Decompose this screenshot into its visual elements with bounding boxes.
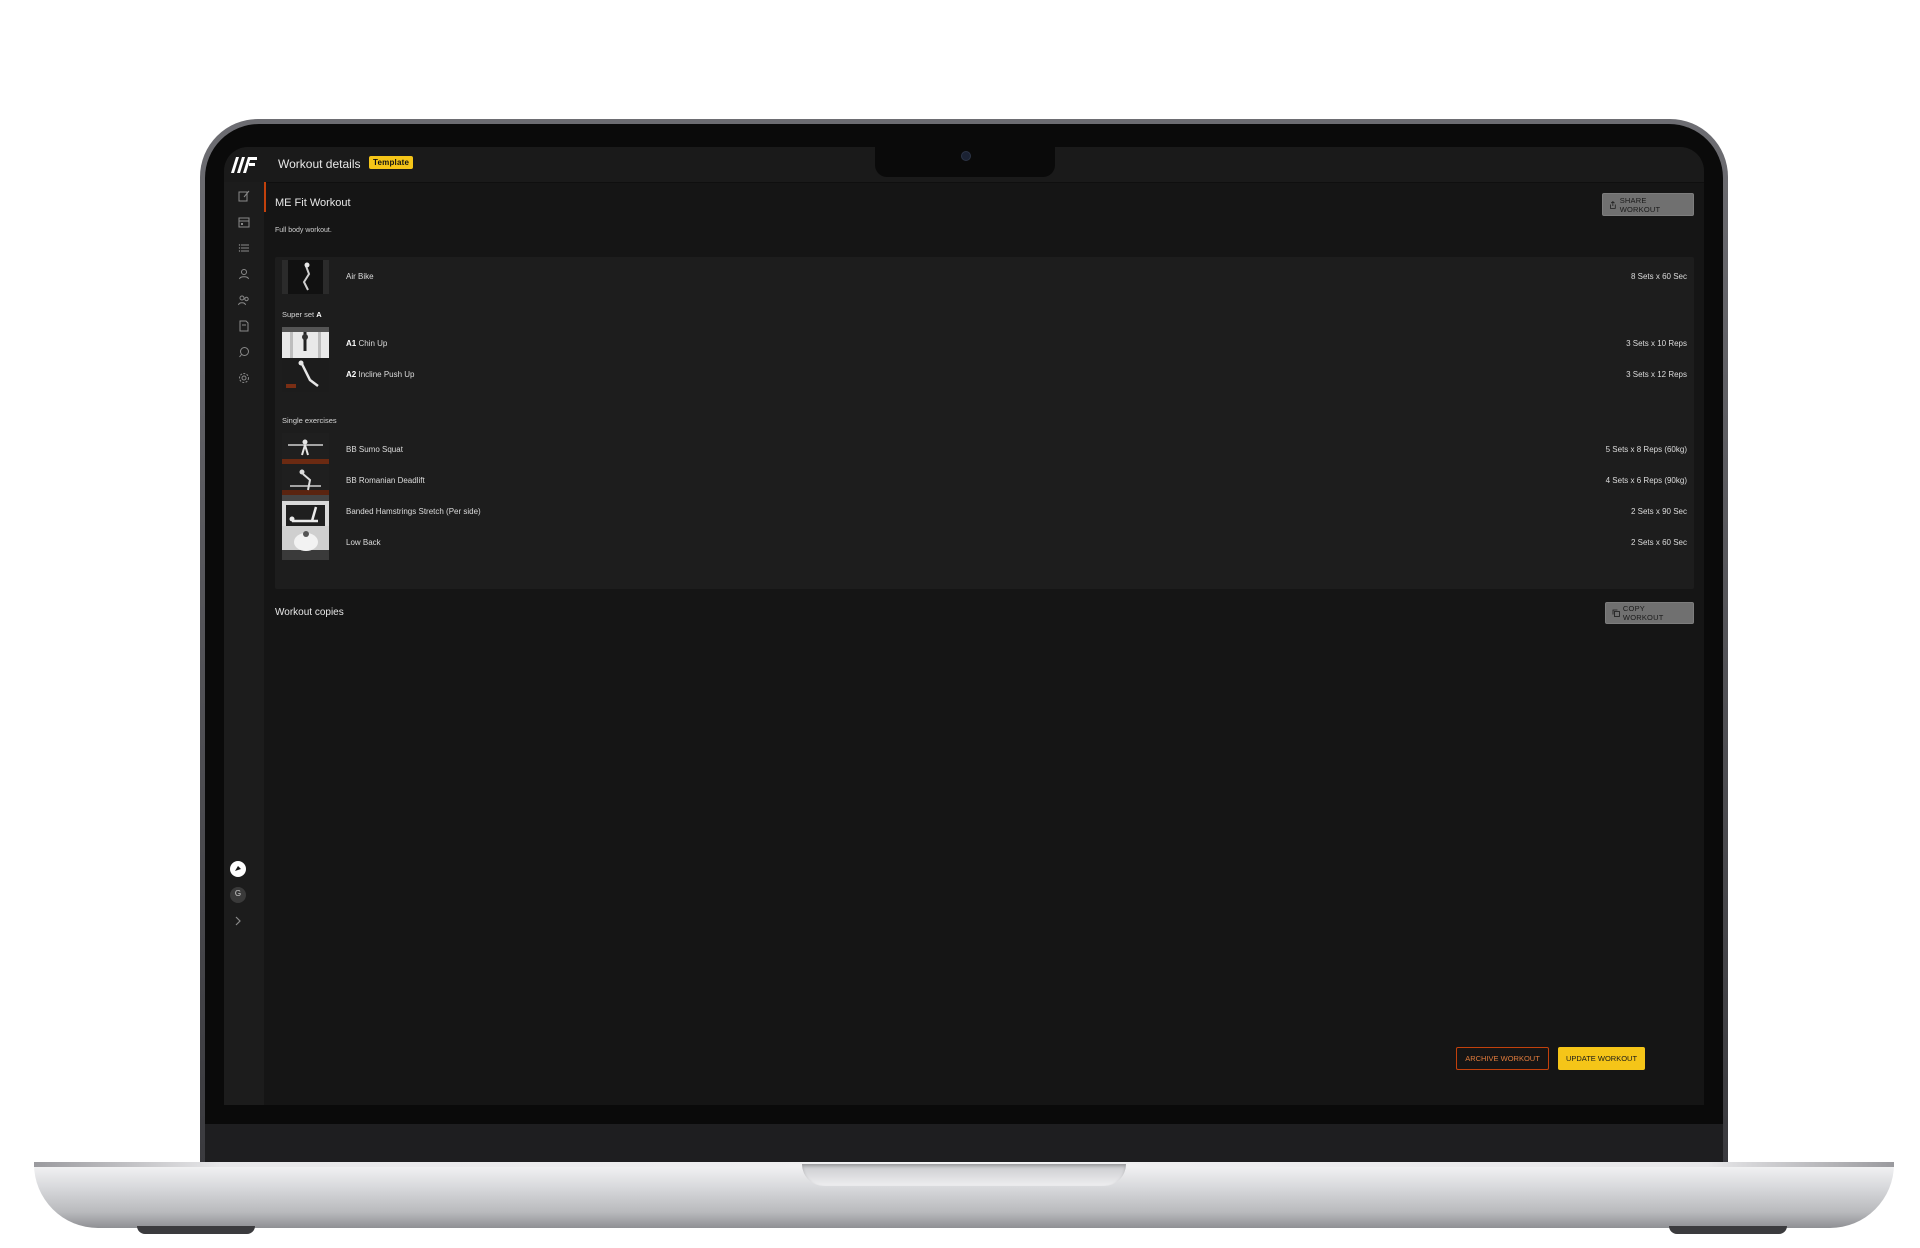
exercise-thumbnail: [282, 433, 329, 467]
exercise-sets: 3 Sets x 10 Reps: [1626, 339, 1687, 348]
laptop-chin: [205, 1124, 1723, 1166]
exercise-row-chin-up[interactable]: A1 Chin Up 3 Sets x 10 Reps: [282, 327, 1687, 361]
exercise-name: BB Sumo Squat: [346, 445, 403, 454]
single-exercises-label: Single exercises: [282, 416, 337, 425]
copy-icon: [1612, 609, 1620, 617]
avatar[interactable]: G: [229, 886, 247, 904]
workout-name: ME Fit Workout: [275, 197, 351, 209]
exercise-name: A2 Incline Push Up: [346, 370, 415, 379]
active-indicator: [264, 182, 266, 212]
calendar-icon[interactable]: [238, 216, 250, 228]
share-workout-button[interactable]: SHARE WORKOUT: [1602, 193, 1694, 216]
exercise-thumbnail: [282, 327, 329, 361]
update-workout-button[interactable]: UPDATE WORKOUT: [1558, 1047, 1645, 1070]
laptop-opening-groove: [802, 1164, 1126, 1186]
exercise-row-bb-sumo-squat[interactable]: BB Sumo Squat 5 Sets x 8 Reps (60kg): [282, 433, 1687, 467]
users-icon[interactable]: [238, 294, 250, 306]
exercise-sets: 2 Sets x 60 Sec: [1630, 538, 1687, 547]
chat-icon[interactable]: [238, 346, 250, 358]
exercise-sets: 2 Sets x 90 Sec: [1630, 507, 1687, 516]
exercise-thumbnail: [282, 260, 329, 294]
archive-workout-button[interactable]: ARCHIVE WORKOUT: [1456, 1047, 1549, 1070]
exercise-name: BB Romanian Deadlift: [346, 476, 425, 485]
app-logo[interactable]: [229, 153, 259, 175]
exercise-row-bb-romanian-deadlift[interactable]: BB Romanian Deadlift 4 Sets x 6 Reps (90…: [282, 464, 1687, 498]
exercise-thumbnail: [282, 358, 329, 392]
user-icon[interactable]: [238, 268, 250, 280]
exercise-name: A1 Chin Up: [346, 339, 388, 348]
laptop-foot-left: [137, 1226, 255, 1234]
share-icon: [1610, 200, 1616, 209]
laptop-foot-right: [1669, 1226, 1787, 1234]
camera-icon: [961, 151, 971, 161]
copy-workout-button[interactable]: COPY WORKOUT: [1605, 602, 1694, 624]
exercise-thumbnail: [282, 495, 329, 529]
exercise-name: Banded Hamstrings Stretch (Per side): [346, 507, 481, 516]
list-icon[interactable]: [238, 242, 250, 254]
exercise-sets: 4 Sets x 6 Reps (90kg): [1605, 476, 1687, 485]
camera-notch: [875, 147, 1055, 177]
workout-description: Full body workout.: [275, 227, 332, 234]
copy-workout-label: COPY WORKOUT: [1622, 604, 1664, 622]
exercise-row-banded-hamstrings-stretch[interactable]: Banded Hamstrings Stretch (Per side) 2 S…: [282, 495, 1687, 529]
superset-label: Super set A: [282, 310, 322, 319]
template-badge: Template: [369, 156, 414, 169]
settings-icon[interactable]: [238, 372, 250, 384]
help-icon[interactable]: [229, 860, 247, 878]
exercise-sets: 8 Sets x 60 Sec: [1630, 272, 1687, 281]
document-icon[interactable]: [238, 320, 250, 332]
exercise-name: Low Back: [346, 538, 381, 547]
exercise-sets: 5 Sets x 8 Reps (60kg): [1605, 445, 1687, 454]
exercise-name: Air Bike: [346, 272, 374, 281]
share-workout-label: SHARE WORKOUT: [1619, 195, 1661, 214]
exercise-thumbnail: [282, 526, 329, 560]
exercise-sets: 3 Sets x 12 Reps: [1626, 370, 1687, 379]
exercise-thumbnail: [282, 464, 329, 498]
app-screen: Workout details Template G ME Fit Workou…: [224, 147, 1704, 1105]
main-content: ME Fit Workout Full body workout. SHARE …: [275, 182, 1694, 1105]
sidebar: G: [224, 182, 264, 1105]
chevron-right-icon[interactable]: [229, 912, 247, 930]
workout-copies-title: Workout copies: [275, 607, 344, 618]
exercise-row-air-bike[interactable]: Air Bike 8 Sets x 60 Sec: [282, 260, 1687, 294]
page-title: Workout details: [278, 157, 361, 171]
exercise-row-incline-push-up[interactable]: A2 Incline Push Up 3 Sets x 12 Reps: [282, 358, 1687, 392]
avatar-initial: G: [234, 889, 242, 898]
exercise-list: Air Bike 8 Sets x 60 Sec Super set A A1 …: [275, 257, 1694, 589]
exercise-row-low-back[interactable]: Low Back 2 Sets x 60 Sec: [282, 526, 1687, 560]
edit-icon[interactable]: [238, 190, 250, 202]
